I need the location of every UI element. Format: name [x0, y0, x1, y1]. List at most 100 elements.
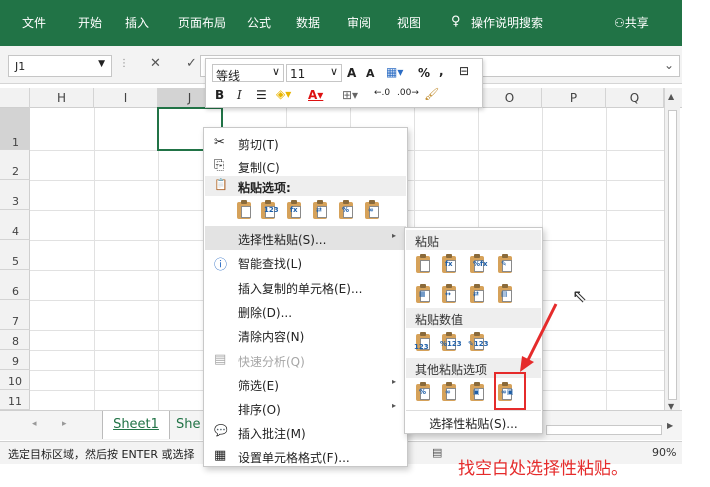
menu-item-clear-contents[interactable]: 清除内容(N) — [205, 323, 406, 347]
sheet-next-icon[interactable]: ▸ — [62, 419, 67, 429]
grow-font-button[interactable]: A — [347, 66, 356, 80]
paste-no-borders-icon[interactable]: ▦ — [413, 282, 433, 304]
menu-item-filter[interactable]: 筛选(E) ▸ — [205, 372, 406, 396]
format-painter-icon[interactable]: 🖌 — [424, 87, 439, 101]
row-header-8[interactable]: 8 — [0, 330, 30, 350]
paste-keep-source-format-icon[interactable]: ✎ — [495, 252, 515, 274]
paste-keep-column-widths-icon[interactable]: ↔ — [439, 282, 459, 304]
format-painter-fill-icon[interactable]: ▦▾ — [386, 65, 403, 79]
tab-view[interactable]: 视图 — [397, 14, 421, 31]
italic-button[interactable]: I — [237, 88, 242, 102]
row-header-11[interactable]: 11 — [0, 390, 30, 410]
menu-item-smart-lookup[interactable]: ⓘ 智能查找(L) — [205, 250, 406, 274]
row-header-2[interactable]: 2 — [0, 150, 30, 180]
mini-toolbar: 等线 ∨ 11 ∨ A A ▦▾ % , ⊟ B I ☰ ◈▾ A▾ ⊞▾ ←.0 … — [205, 58, 483, 108]
paste-formulas-icon[interactable]: fx — [284, 198, 304, 220]
comma-style-button[interactable]: , — [439, 64, 444, 78]
vertical-scrollbar[interactable]: ▲ ▼ — [664, 88, 680, 416]
paste-options-row: 123 fx ⇄ % ∞ — [234, 198, 404, 226]
menu-item-copy[interactable]: ⎘ 复制(C) — [205, 154, 406, 178]
align-center-icon[interactable]: ☰ — [256, 88, 267, 102]
tell-me-search[interactable]: 操作说明搜索 — [471, 14, 543, 31]
row-header-7[interactable]: 7 — [0, 300, 30, 330]
row-header-10[interactable]: 10 — [0, 370, 30, 390]
tab-insert[interactable]: 插入 — [125, 14, 149, 31]
decrease-decimal-icon[interactable]: .00→ — [397, 88, 419, 98]
context-menu: ✂ 剪切(T) ⎘ 复制(C) 📋 粘贴选项: 123 fx ⇄ % ∞ 选择性粘贴(… — [203, 127, 408, 467]
increase-decimal-icon[interactable]: ←.0 — [374, 88, 390, 98]
enter-icon[interactable]: ✓ — [186, 56, 197, 71]
name-box[interactable]: J1 ▼ — [8, 55, 112, 77]
expand-formula-icon[interactable]: ⌄ — [664, 58, 674, 72]
menu-item-delete[interactable]: 删除(D)... — [205, 299, 406, 323]
borders-icon[interactable]: ⊞▾ — [342, 88, 358, 102]
percent-style-button[interactable]: % — [418, 66, 430, 80]
row-header-6[interactable]: 6 — [0, 270, 30, 300]
sheet-tab-partial[interactable]: She — [176, 411, 206, 439]
paste-link-icon[interactable]: ∞ — [362, 198, 382, 220]
sheet-tab-sheet1[interactable]: Sheet1 — [102, 411, 170, 439]
paste-formulas-number-format-icon[interactable]: %fx — [467, 252, 488, 274]
row-header-9[interactable]: 9 — [0, 350, 30, 370]
col-header-q[interactable]: Q — [606, 88, 664, 108]
paste-transpose-icon[interactable]: ⇄ — [310, 198, 330, 220]
horizontal-scrollbar[interactable] — [546, 425, 662, 435]
menu-item-format-cells[interactable]: ▦ 设置单元格格式(F)... — [205, 444, 406, 468]
paste-values-number-format-icon[interactable]: %123 — [439, 330, 462, 352]
menu-item-insert-copied-cells[interactable]: 插入复制的单元格(E)... — [205, 275, 406, 299]
zoom-level[interactable]: 90% — [652, 446, 676, 459]
menu-item-quick-analysis: ▤ 快速分析(Q) — [214, 352, 305, 369]
paste-picture-icon[interactable]: ▣ — [467, 380, 487, 402]
font-name-dropdown[interactable]: 等线 ∨ — [212, 64, 284, 83]
paste-values-source-format-icon[interactable]: ✎123 — [467, 330, 488, 352]
bold-button[interactable]: B — [215, 88, 224, 102]
annotation-arrow — [520, 303, 558, 372]
row-header-5[interactable]: 5 — [0, 240, 30, 270]
col-header-p[interactable]: P — [542, 88, 606, 108]
paste-values-icon[interactable]: 123 — [258, 198, 279, 220]
cancel-icon[interactable]: ✕ — [150, 56, 161, 71]
fill-color-icon[interactable]: ◈▾ — [276, 87, 291, 101]
tab-home[interactable]: 开始 — [78, 14, 102, 31]
paste-formulas-icon[interactable]: fx — [439, 252, 459, 274]
font-size-value: 11 — [290, 67, 306, 81]
row-header-1[interactable]: 1 — [0, 108, 30, 150]
scroll-thumb[interactable] — [668, 110, 677, 400]
font-color-icon[interactable]: A▾ — [308, 88, 323, 102]
menu-item-sort[interactable]: 排序(O) ▸ — [205, 396, 406, 420]
paste-link-icon[interactable]: ∞ — [439, 380, 459, 402]
shrink-font-button[interactable]: A — [366, 67, 375, 80]
scroll-up-icon[interactable]: ▲ — [668, 92, 674, 101]
format-cells-icon: ▦ — [214, 448, 227, 463]
paste-transpose-icon[interactable]: ⇄ — [467, 282, 487, 304]
row-header-4[interactable]: 4 — [0, 210, 30, 240]
menu-item-paste-special[interactable]: 选择性粘贴(S)... ▸ — [205, 226, 406, 250]
menu-item-insert-comment[interactable]: 💬 插入批注(M) — [205, 420, 406, 444]
paste-formatting-icon[interactable]: % — [413, 380, 433, 402]
tab-formulas[interactable]: 公式 — [247, 14, 271, 31]
normal-view-icon[interactable]: ▤ — [432, 446, 442, 459]
paste-icon[interactable] — [234, 198, 254, 220]
merge-center-icon[interactable]: ⊟ — [459, 64, 469, 78]
menu-item-cut[interactable]: ✂ 剪切(T) — [205, 131, 406, 155]
paste-values-only-icon[interactable]: 123 — [413, 330, 433, 352]
row-header-3[interactable]: 3 — [0, 180, 30, 210]
smart-lookup-icon: ⓘ — [214, 258, 228, 273]
select-all-corner[interactable] — [0, 88, 30, 108]
col-header-i[interactable]: I — [94, 88, 158, 108]
tab-file[interactable]: 文件 — [22, 14, 46, 31]
tab-page-layout[interactable]: 页面布局 — [178, 14, 226, 31]
share-button[interactable]: ⚇共享 — [614, 14, 649, 31]
paste-special-dialog-link[interactable]: 选择性粘贴(S)... — [406, 410, 541, 432]
tab-data[interactable]: 数据 — [296, 14, 320, 31]
font-size-dropdown[interactable]: 11 ∨ — [286, 64, 342, 82]
copy-icon: ⎘ — [214, 158, 225, 173]
paste-merge-conditional-format-icon[interactable]: ▤ — [495, 282, 515, 304]
tab-review[interactable]: 审阅 — [347, 14, 371, 31]
paste-all-icon[interactable] — [413, 252, 433, 274]
paste-formatting-icon[interactable]: % — [336, 198, 356, 220]
col-header-h[interactable]: H — [30, 88, 94, 108]
scroll-right-icon[interactable]: ▶ — [667, 421, 673, 430]
sheet-prev-icon[interactable]: ◂ — [32, 419, 37, 429]
col-header-o[interactable]: O — [478, 88, 542, 108]
